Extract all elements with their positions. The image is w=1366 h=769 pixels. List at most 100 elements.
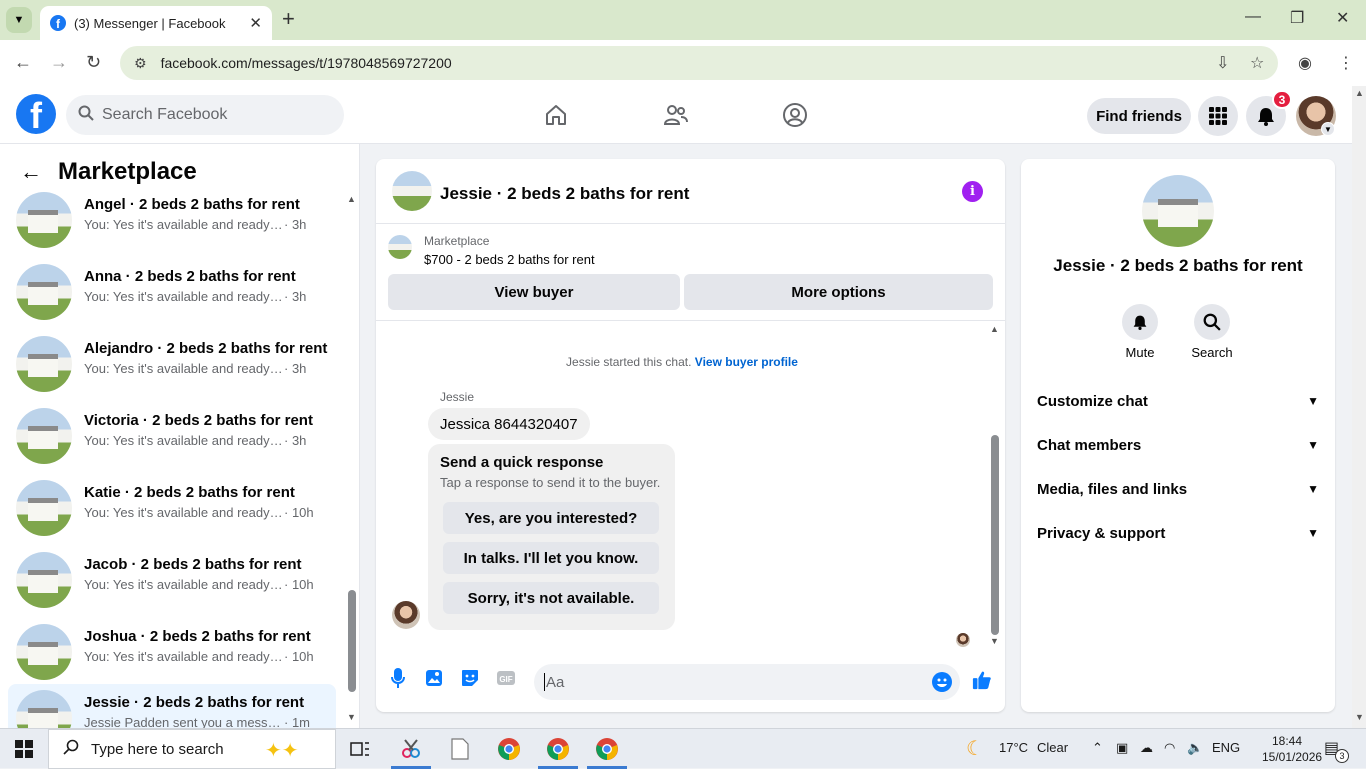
chat-title[interactable]: Jessie · 2 beds 2 baths for rent (440, 184, 689, 204)
onedrive-cloud-icon[interactable]: ☁ (1140, 740, 1153, 756)
sender-avatar[interactable] (392, 601, 420, 629)
install-app-icon[interactable]: ⇩ (1216, 53, 1229, 73)
site-settings-icon[interactable]: ⚙ (134, 55, 147, 72)
mute-bell-icon[interactable] (1122, 304, 1158, 340)
preview-text: You: Yes it's available and ready to... (84, 577, 284, 592)
bookmark-star-icon[interactable]: ☆ (1250, 53, 1264, 73)
seen-indicator-avatar (956, 633, 970, 647)
forward-icon[interactable]: → (50, 52, 68, 73)
media-files-links-section[interactable]: Media, files and links ▼ (1029, 469, 1327, 509)
view-buyer-button[interactable]: View buyer (388, 274, 680, 310)
clock[interactable]: 18:44 15/01/2026 (1262, 733, 1323, 765)
conversation-item[interactable]: Victoria · 2 beds 2 baths for rent You: … (8, 402, 336, 470)
new-tab-button[interactable]: + (282, 8, 295, 30)
groups-icon[interactable] (782, 102, 808, 128)
conversation-item[interactable]: Katie · 2 beds 2 baths for rent You: Yes… (8, 474, 336, 542)
close-window-icon[interactable]: ✕ (1336, 8, 1349, 28)
show-hidden-icons-chevron-icon[interactable]: ⌃ (1092, 740, 1103, 756)
weather-desc[interactable]: Clear (1037, 740, 1068, 755)
chat-members-section[interactable]: Chat members ▼ (1029, 425, 1327, 465)
sticker-icon[interactable] (460, 668, 480, 688)
menu-grid-icon[interactable] (1198, 96, 1238, 136)
browser-menu-icon[interactable]: ⋮ (1338, 53, 1354, 73)
taskbar-search-box[interactable]: Type here to search ✦✦ (48, 729, 336, 769)
input-language[interactable]: ENG (1212, 740, 1240, 755)
browser-tab[interactable]: f (3) Messenger | Facebook ✕ (40, 6, 272, 40)
message-bubble: Jessica 8644320407 (428, 408, 590, 440)
restore-icon[interactable]: ❐ (1290, 8, 1304, 28)
quick-response-button[interactable]: Yes, are you interested? (443, 502, 659, 534)
conversation-preview: You: Yes it's available and ready to ...… (84, 433, 330, 448)
notepad-icon[interactable] (446, 735, 474, 763)
tab-search-chevron-icon[interactable]: ▼ (6, 7, 32, 33)
gif-icon[interactable]: GIF (496, 668, 516, 688)
view-buyer-profile-link[interactable]: View buyer profile (695, 355, 798, 369)
scroll-up-arrow-icon[interactable]: ▲ (1355, 88, 1364, 98)
device-icon[interactable]: ▣ (1116, 740, 1128, 756)
conversation-item-active[interactable]: Jessie · 2 beds 2 baths for rent Jessie … (8, 684, 336, 728)
facebook-logo-icon[interactable]: f (16, 94, 56, 134)
like-thumbs-up-icon[interactable] (972, 670, 992, 690)
microphone-icon[interactable] (388, 668, 408, 688)
search-placeholder: Search Facebook (102, 106, 228, 123)
scroll-down-arrow-icon[interactable]: ▼ (1355, 712, 1364, 722)
info-icon[interactable]: i (962, 181, 983, 202)
windows-start-icon[interactable] (15, 740, 33, 758)
volume-icon[interactable]: 🔈 (1187, 740, 1203, 756)
chrome-profile-3-icon[interactable] (593, 735, 621, 763)
chrome-profile-1-icon[interactable] (495, 735, 523, 763)
privacy-support-section[interactable]: Privacy & support ▼ (1029, 513, 1327, 553)
chat-scrollbar-thumb[interactable] (991, 435, 999, 635)
clock-date: 15/01/2026 (1262, 750, 1323, 764)
quick-response-button[interactable]: Sorry, it's not available. (443, 582, 659, 614)
search-highlight-sparkle-icon: ✦✦ (265, 740, 299, 762)
find-friends-button[interactable]: Find friends (1087, 98, 1191, 134)
more-options-button[interactable]: More options (684, 274, 993, 310)
preview-time: · 3h (284, 433, 307, 448)
listing-photo[interactable] (1142, 175, 1214, 247)
weather-temp[interactable]: 17°C (999, 740, 1028, 755)
chat-scroll-down-icon[interactable]: ▼ (990, 636, 999, 646)
facebook-search-input[interactable]: Search Facebook (66, 95, 344, 135)
conversation-item[interactable]: Alejandro · 2 beds 2 baths for rent You:… (8, 330, 336, 398)
list-scroll-down-icon[interactable]: ▼ (347, 712, 356, 722)
preview-time: · 3h (284, 217, 307, 232)
url-text: facebook.com/messages/t/1978048569727200 (160, 55, 452, 71)
task-view-icon[interactable] (346, 735, 374, 763)
quick-response-title: Send a quick response (440, 454, 604, 471)
back-icon[interactable]: ← (14, 52, 32, 73)
conversation-item[interactable]: Angel · 2 beds 2 baths for rent You: Yes… (8, 186, 336, 254)
customize-chat-section[interactable]: Customize chat ▼ (1029, 381, 1327, 421)
conversation-preview: You: Yes it's available and ready to ...… (84, 361, 330, 376)
conversation-preview: You: Yes it's available and ready to... ·… (84, 505, 330, 520)
search-in-chat-icon[interactable] (1194, 304, 1230, 340)
section-label: Media, files and links (1037, 480, 1188, 498)
profile-icon[interactable]: ◉ (1298, 53, 1312, 73)
friends-icon[interactable] (663, 102, 689, 128)
chat-listing-thumbnail[interactable] (392, 171, 432, 211)
home-icon[interactable] (543, 102, 569, 128)
weather-moon-icon[interactable]: ☾ (966, 736, 984, 761)
listing-price-title[interactable]: $700 - 2 beds 2 baths for rent (424, 252, 595, 267)
minimize-icon[interactable]: — (1245, 8, 1261, 26)
address-bar[interactable]: ⚙ facebook.com/messages/t/19780485697272… (120, 46, 1278, 80)
message-input[interactable]: Aa (534, 664, 960, 700)
snipping-tool-icon[interactable] (397, 735, 425, 763)
photo-icon[interactable] (424, 668, 444, 688)
wifi-icon[interactable]: ◠ (1164, 740, 1175, 756)
reload-icon[interactable]: ↻ (86, 52, 101, 73)
chrome-profile-2-icon[interactable] (544, 735, 572, 763)
emoji-icon[interactable] (932, 672, 952, 692)
back-arrow-icon[interactable]: ← (20, 159, 42, 185)
conversation-item[interactable]: Anna · 2 beds 2 baths for rent You: Yes … (8, 258, 336, 326)
chat-scroll-up-icon[interactable]: ▲ (990, 324, 999, 334)
text-caret (544, 673, 545, 691)
conversation-item[interactable]: Joshua · 2 beds 2 baths for rent You: Ye… (8, 618, 336, 686)
list-scrollbar-thumb[interactable] (348, 590, 356, 692)
conversation-item[interactable]: Jacob · 2 beds 2 baths for rent You: Yes… (8, 546, 336, 614)
quick-response-button[interactable]: In talks. I'll let you know. (443, 542, 659, 574)
page-scrollbar[interactable]: ▲ ▼ (1352, 86, 1366, 728)
account-chevron-down-icon[interactable]: ▼ (1321, 122, 1335, 136)
tab-close-icon[interactable]: ✕ (249, 14, 262, 32)
list-scroll-up-icon[interactable]: ▲ (347, 194, 356, 204)
